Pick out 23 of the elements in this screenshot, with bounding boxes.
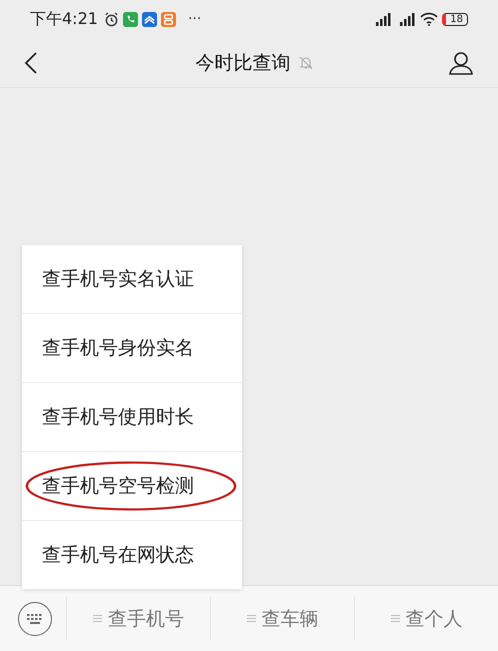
app-icon bbox=[142, 12, 157, 26]
menu-item[interactable]: 查手机号身份实名 bbox=[22, 314, 242, 383]
menu-icon bbox=[93, 614, 102, 623]
alarm-clock-icon bbox=[104, 12, 119, 26]
menu-icon bbox=[246, 614, 256, 623]
menu-tab[interactable]: 查手机号 bbox=[66, 596, 210, 640]
phone-app-icon bbox=[122, 12, 138, 26]
keyboard-button[interactable] bbox=[18, 602, 52, 636]
wifi-icon bbox=[420, 12, 438, 26]
menu-tab[interactable]: 查车辆 bbox=[210, 596, 354, 640]
battery-level: 18 bbox=[442, 12, 468, 26]
menu-item[interactable]: 查手机号在网状态 bbox=[22, 521, 242, 589]
app-icon bbox=[160, 12, 176, 26]
menu-item[interactable]: 查手机号空号检测 bbox=[22, 452, 242, 521]
back-icon[interactable] bbox=[24, 50, 38, 74]
more-notifications: ··· bbox=[188, 11, 202, 27]
menu-tab[interactable]: 查个人 bbox=[354, 596, 498, 640]
menu-icon bbox=[390, 614, 400, 623]
profile-icon[interactable] bbox=[448, 50, 474, 76]
menu-item[interactable]: 查手机号实名认证 bbox=[22, 245, 242, 314]
status-time: 下午4:21 bbox=[30, 8, 98, 30]
chat-title: 今时比查询 bbox=[196, 50, 290, 76]
menu-item[interactable]: 查手机号使用时长 bbox=[22, 383, 242, 452]
